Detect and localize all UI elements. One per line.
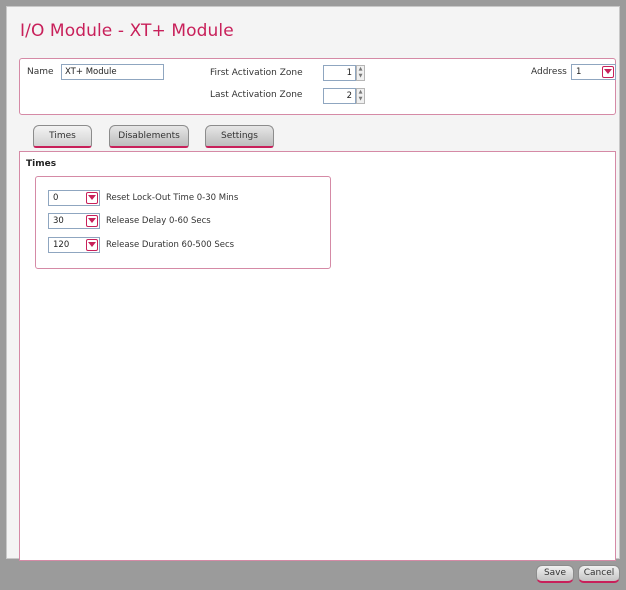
name-input[interactable]: XT+ Module xyxy=(61,64,164,80)
name-label: Name xyxy=(27,67,54,77)
cancel-button[interactable]: Cancel xyxy=(578,565,620,583)
chevron-down-icon[interactable] xyxy=(86,239,98,251)
spinner-arrows-icon[interactable]: ▲ ▼ xyxy=(356,65,365,81)
module-window: I/O Module - XT+ Module Name XT+ Module … xyxy=(6,6,620,561)
tab-disablements[interactable]: Disablements xyxy=(109,125,189,148)
release-delay-select[interactable]: 30 xyxy=(48,213,100,229)
address-value: 1 xyxy=(576,67,582,77)
window-title: I/O Module - XT+ Module xyxy=(20,21,234,41)
tab-settings[interactable]: Settings xyxy=(205,125,274,148)
chevron-down-icon[interactable] xyxy=(86,192,98,204)
release-duration-label: Release Duration 60-500 Secs xyxy=(106,240,235,250)
content-panel: Times 0 Reset Lock-Out Time 0-30 Mins 30… xyxy=(19,151,616,561)
section-title: Times xyxy=(26,159,57,169)
last-zone-value[interactable]: 2 xyxy=(323,88,356,104)
release-duration-select[interactable]: 120 xyxy=(48,237,100,253)
last-zone-label: Last Activation Zone xyxy=(210,90,303,100)
first-zone-label: First Activation Zone xyxy=(210,68,303,78)
reset-lockout-label: Reset Lock-Out Time 0-30 Mins xyxy=(106,193,239,203)
spinner-arrows-icon[interactable]: ▲ ▼ xyxy=(356,88,365,104)
first-zone-value[interactable]: 1 xyxy=(323,65,356,81)
release-delay-label: Release Delay 0-60 Secs xyxy=(106,216,211,226)
last-zone-spinner[interactable]: 2 ▲ ▼ xyxy=(323,88,365,104)
address-select[interactable]: 1 xyxy=(571,64,616,80)
chevron-down-icon[interactable] xyxy=(86,215,98,227)
release-delay-value: 30 xyxy=(53,216,64,226)
reset-lockout-select[interactable]: 0 xyxy=(48,190,100,206)
tab-times[interactable]: Times xyxy=(33,125,92,148)
first-zone-spinner[interactable]: 1 ▲ ▼ xyxy=(323,65,365,81)
tab-strip: Times Disablements Settings xyxy=(19,125,617,151)
save-button[interactable]: Save xyxy=(536,565,574,583)
release-duration-value: 120 xyxy=(53,240,70,250)
chevron-down-icon[interactable] xyxy=(602,66,614,78)
address-label: Address xyxy=(531,67,567,77)
reset-lockout-value: 0 xyxy=(53,193,59,203)
header-panel: Name XT+ Module First Activation Zone 1 … xyxy=(19,58,616,115)
